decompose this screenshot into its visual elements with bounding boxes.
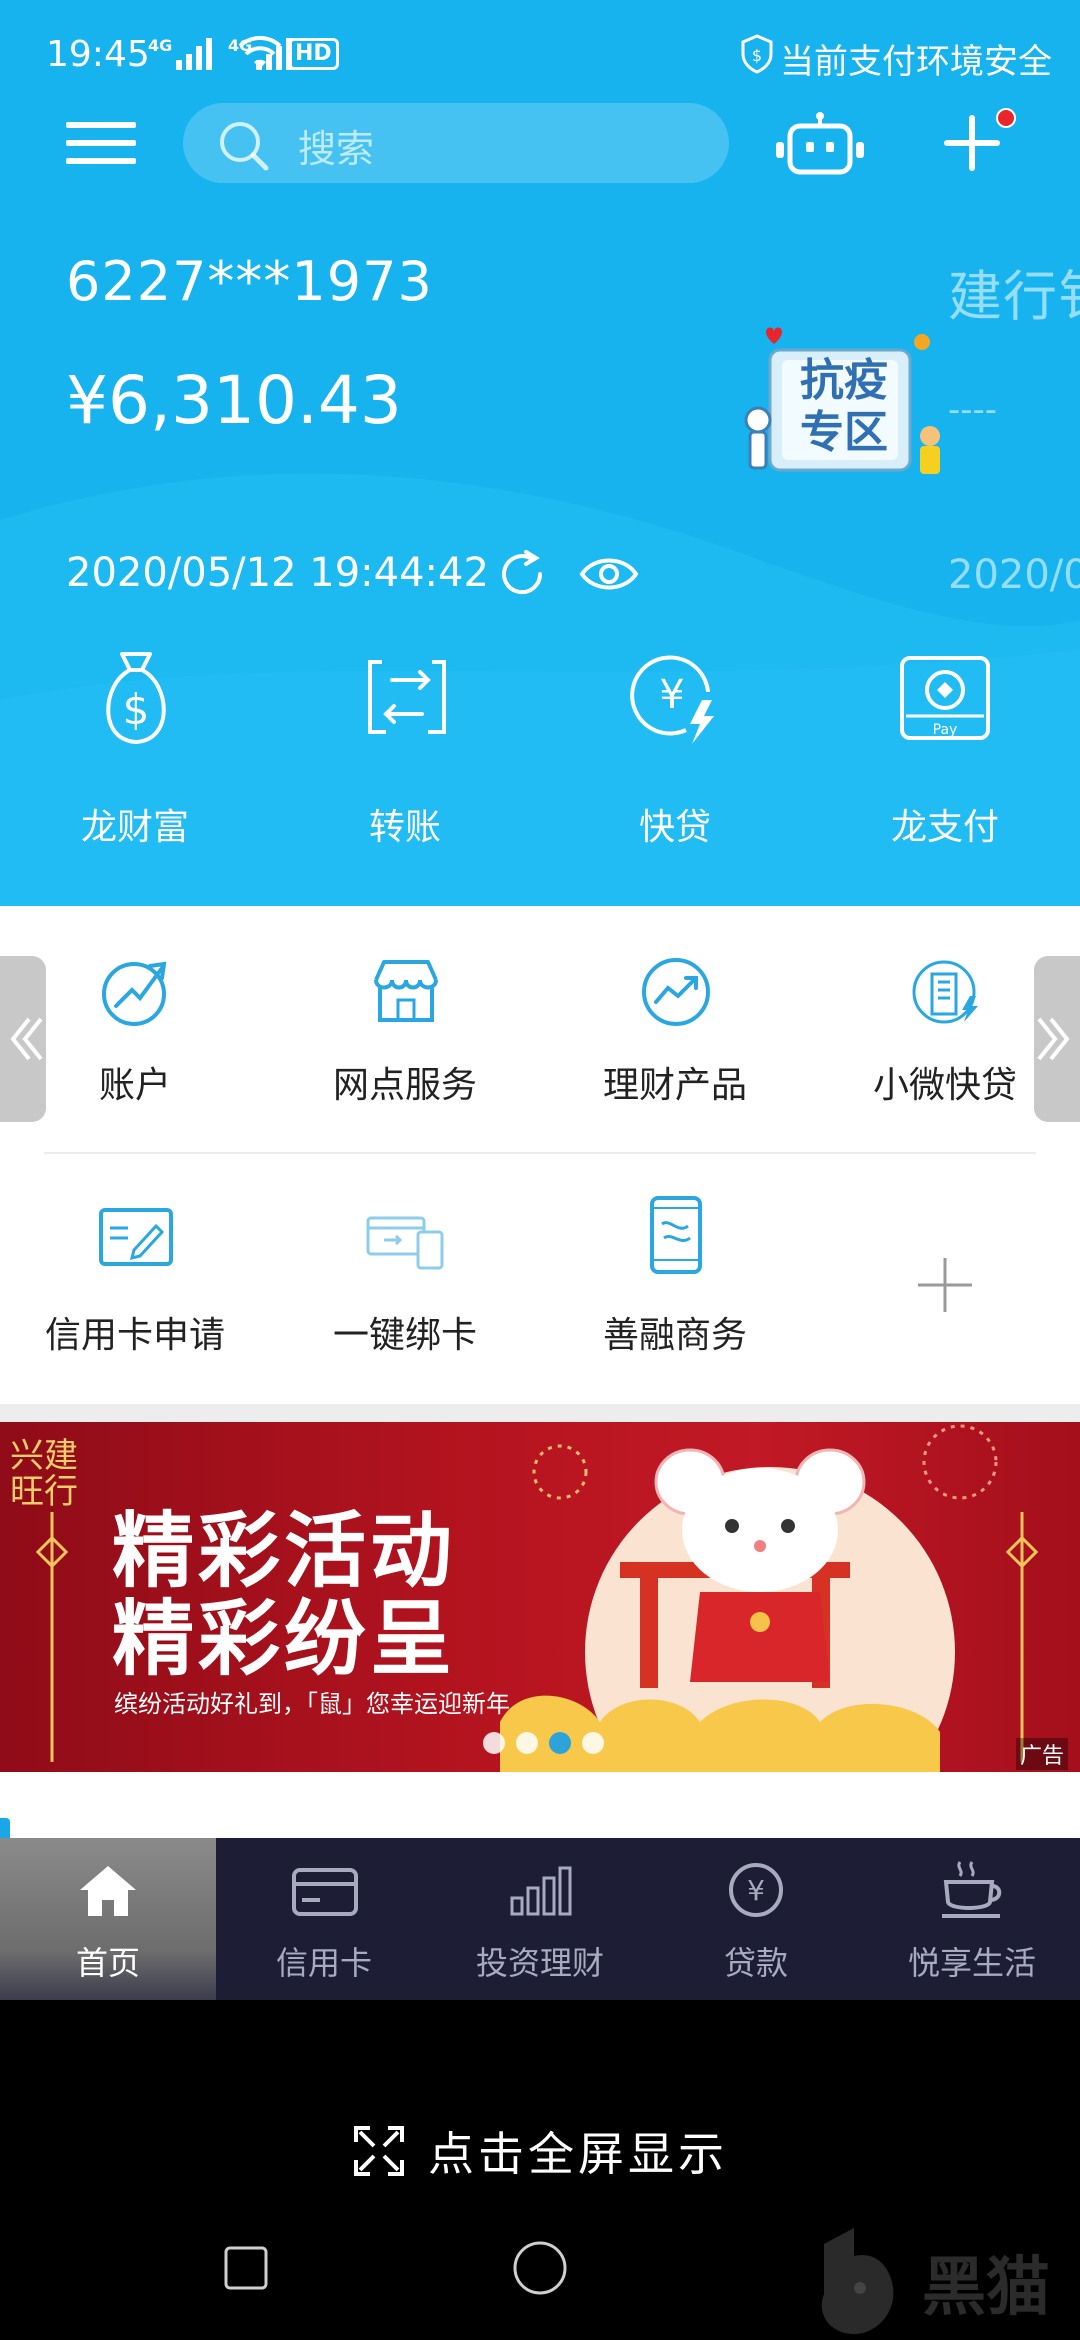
banner-title-line2: 精彩纷呈	[112, 1591, 457, 1687]
quick-action-longcaifu[interactable]: $ 龙财富	[0, 640, 270, 860]
quick-action-label: 龙财富	[80, 807, 189, 848]
yuan-circle-icon: ¥	[729, 1863, 783, 1917]
section-marker	[0, 1818, 10, 1838]
header-panel: 19:45 4G 4G HD $ 当前支付环境安全 搜索 6227***1973…	[0, 0, 1080, 906]
fullscreen-expand-icon	[354, 2126, 404, 2176]
grid-item-label: 信用卡申请	[44, 1315, 225, 1356]
add-icon[interactable]	[944, 104, 1024, 184]
fullscreen-hint-text: 点击全屏显示	[428, 2127, 728, 2181]
eye-visibility-icon[interactable]	[578, 552, 640, 596]
search-icon	[220, 122, 269, 171]
chevron-left-icon	[10, 1017, 43, 1061]
wealth-chart-icon	[642, 958, 710, 1026]
carousel-dot-2[interactable]	[516, 1732, 538, 1754]
home-icon	[80, 1866, 136, 1916]
bottom-tab-bar: 首页 信用卡 投资理财 ¥ 贷款 悦享生活	[0, 1838, 1080, 2000]
grid-item-branch-service[interactable]: 网点服务	[270, 956, 540, 1126]
banner-subtitle: 缤纷活动好礼到，「鼠」您幸运迎新年	[114, 1690, 510, 1718]
status-time: 19:45	[46, 34, 150, 75]
fullscreen-hint[interactable]: 点击全屏显示	[0, 2116, 1080, 2186]
carousel-dot-3-active[interactable]	[549, 1732, 571, 1754]
grid-item-label: 善融商务	[602, 1315, 747, 1356]
signal-4g-icon: 4G	[148, 36, 228, 72]
tab-label: 首页	[75, 1944, 140, 1982]
robot-assistant-icon[interactable]	[770, 110, 870, 180]
grid-item-wealth-products[interactable]: 理财产品	[540, 956, 810, 1126]
tab-label: 投资理财	[475, 1944, 604, 1982]
balance-timestamp: 2020/05/12 19:44:42	[66, 550, 489, 596]
carousel-dot-1[interactable]	[483, 1732, 505, 1754]
bar-chart-icon	[510, 1866, 572, 1916]
refresh-icon[interactable]	[496, 548, 548, 600]
quick-action-label: 龙支付	[890, 807, 999, 848]
svg-text:$: $	[752, 46, 762, 65]
branch-store-icon	[374, 960, 438, 1022]
carousel-dot-4[interactable]	[582, 1732, 604, 1754]
watermark-text: 黑猫	[922, 2251, 1050, 2325]
building-bolt-icon	[912, 960, 978, 1024]
account-trend-icon	[102, 961, 167, 1026]
ad-label: 广告	[1016, 1738, 1069, 1770]
section-gap	[0, 1404, 1080, 1422]
banner-corner-text: 兴建旺行	[10, 1436, 78, 1512]
pay-badge-text: Pay	[932, 722, 958, 738]
quick-action-long-pay[interactable]: Pay 龙支付	[810, 640, 1080, 860]
tab-credit-card[interactable]: 信用卡	[216, 1838, 432, 2000]
tab-home[interactable]: 首页	[0, 1838, 216, 2000]
grid-item-label: 一键绑卡	[332, 1315, 477, 1356]
content-below-banner	[0, 1772, 1080, 1838]
watermark-logo: 黑猫	[810, 2224, 1080, 2340]
home-nav-button[interactable]	[512, 2240, 568, 2296]
search-placeholder: 搜索	[298, 127, 375, 171]
menu-icon[interactable]	[66, 118, 136, 168]
bind-card-icon	[366, 1216, 444, 1270]
quick-action-quick-loan[interactable]: ¥ 快贷	[540, 640, 810, 860]
epidemic-zone-badge[interactable]: 抗疫 专区	[740, 320, 940, 480]
grid-item-label: 网点服务	[332, 1065, 477, 1106]
svg-text:$: $	[123, 685, 150, 734]
next-card-dash: ----	[948, 390, 998, 430]
wifi-icon	[238, 36, 282, 69]
money-bag-icon: $	[106, 652, 166, 745]
card-application-icon	[99, 1208, 173, 1266]
card-number[interactable]: 6227***1973	[66, 250, 433, 313]
security-status-text: 当前支付环境安全	[780, 42, 1052, 82]
tab-label: 悦享生活	[907, 1944, 1036, 1982]
tab-loan[interactable]: ¥ 贷款	[648, 1838, 864, 2000]
tab-label: 贷款	[723, 1944, 788, 1982]
services-grid: 账户 网点服务 理财产品 小微快贷 信用卡申请 一键绑卡 善融商务	[0, 906, 1080, 1404]
grid-item-label: 理财产品	[602, 1065, 747, 1106]
shield-icon: $	[741, 34, 773, 74]
quick-loan-icon: ¥	[630, 655, 714, 744]
quick-action-transfer[interactable]: 转账	[270, 640, 540, 860]
account-balance: ¥6,310.43	[66, 362, 402, 439]
transfer-icon	[368, 660, 446, 734]
svg-text:¥: ¥	[659, 672, 684, 718]
quick-action-label: 转账	[368, 807, 441, 848]
quick-action-label: 快贷	[638, 807, 711, 848]
hd-badge: HD	[288, 38, 339, 70]
grid-next-page[interactable]	[1034, 956, 1080, 1122]
svg-text:¥: ¥	[747, 1874, 765, 1907]
coffee-cup-icon	[942, 1861, 1002, 1918]
tab-investment[interactable]: 投资理财	[432, 1838, 648, 2000]
mobile-commerce-icon	[650, 1196, 702, 1274]
black-cat-logo-icon	[821, 2228, 894, 2334]
credit-card-icon	[292, 1868, 358, 1916]
promo-banner[interactable]: 兴建旺行 精彩活动 精彩纷呈 缤纷活动好礼到，「鼠」您幸运迎新年 广告	[0, 1422, 1080, 1772]
add-shortcut-icon[interactable]	[916, 1256, 974, 1314]
tab-label: 信用卡	[275, 1944, 372, 1982]
grid-item-bind-card[interactable]: 一键绑卡	[270, 1206, 540, 1376]
next-card-time-partial: 2020/0	[948, 552, 1080, 598]
chevron-right-icon	[1037, 1017, 1070, 1061]
grid-divider	[44, 1152, 1036, 1154]
next-card-bank-partial[interactable]: 建行钅	[948, 252, 1080, 331]
grid-prev-page[interactable]	[0, 956, 46, 1122]
grid-item-shanrong[interactable]: 善融商务	[540, 1196, 810, 1376]
recent-apps-button[interactable]	[222, 2244, 270, 2292]
grid-item-credit-card-apply[interactable]: 信用卡申请	[0, 1206, 270, 1376]
epidemic-line2: 专区	[800, 407, 888, 458]
tab-lifestyle[interactable]: 悦享生活	[864, 1838, 1080, 2000]
